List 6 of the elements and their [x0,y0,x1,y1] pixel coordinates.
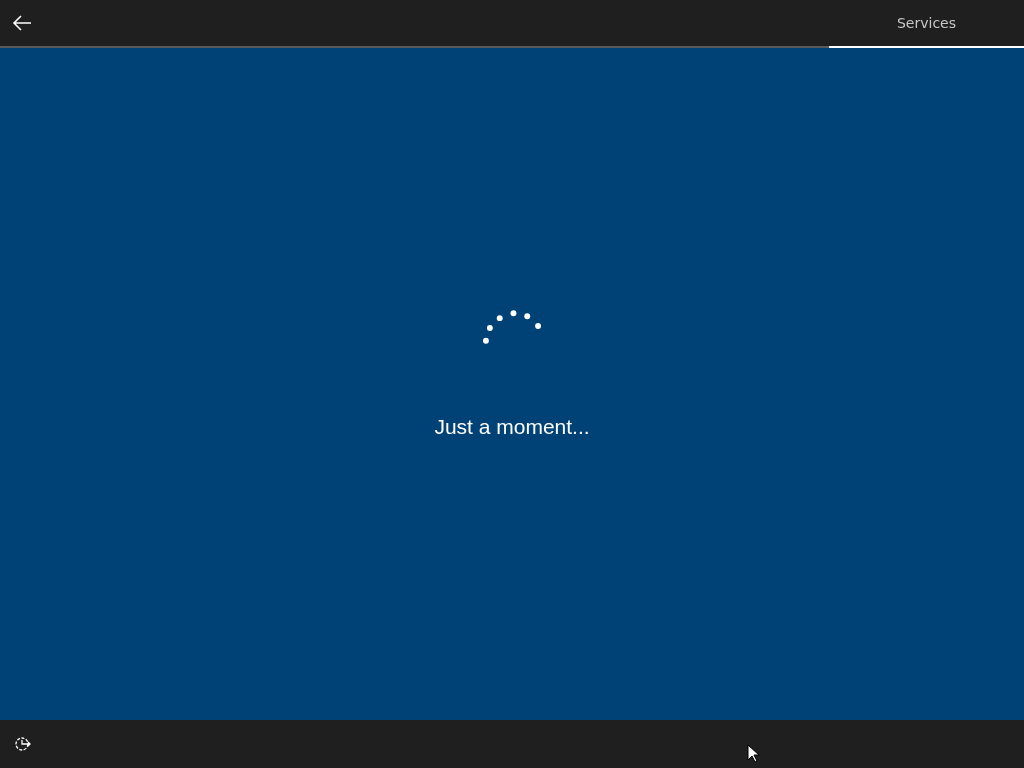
tab[interactable]: Services [829,0,1024,48]
status-message: Just a moment... [434,415,590,439]
back-arrow-icon [12,15,32,31]
accessibility-button[interactable] [14,736,32,752]
spinner-drawing [482,309,542,345]
mouse-cursor-icon [747,744,759,763]
